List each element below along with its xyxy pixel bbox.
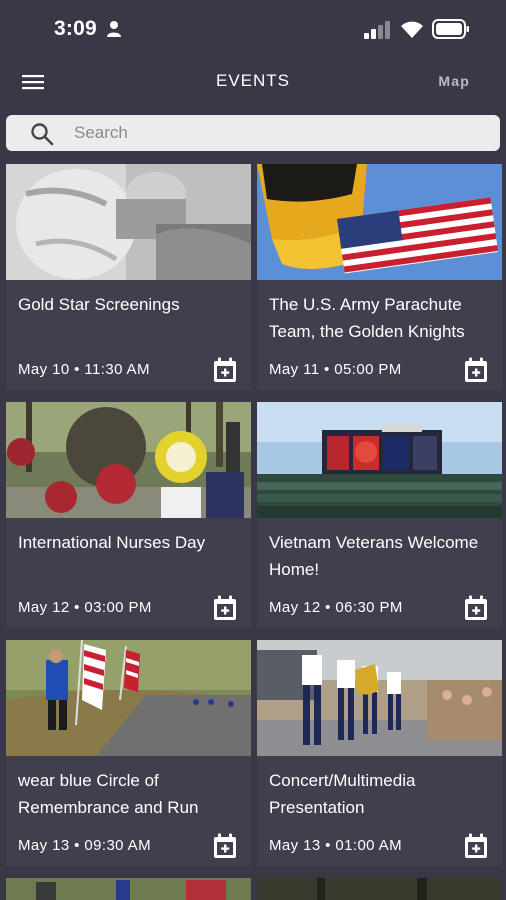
event-date: May 10 (18, 361, 70, 378)
event-title: Concert/Multimedia Presentation (269, 771, 416, 817)
event-image (6, 402, 251, 518)
event-image (257, 878, 502, 900)
search-icon (31, 123, 54, 146)
event-datetime: May 10 • 11:30 AM (18, 361, 150, 378)
event-title: The U.S. Army Parachute Team, the Golden… (269, 295, 465, 341)
battery-icon (432, 19, 469, 39)
event-card[interactable]: Vietnam Veterans Welcome Home! May 12 • … (257, 402, 502, 628)
event-image (257, 164, 502, 280)
event-image (6, 164, 251, 280)
add-to-calendar-icon[interactable] (464, 595, 488, 621)
event-time: 05:00 PM (334, 361, 402, 378)
event-time: 09:30 AM (84, 837, 151, 854)
event-time: 06:30 PM (335, 599, 403, 616)
event-title: International Nurses Day (18, 533, 206, 552)
event-date: May 13 (269, 837, 321, 854)
add-to-calendar-icon[interactable] (213, 357, 237, 383)
event-image (6, 878, 251, 900)
event-image (257, 640, 502, 756)
event-image (257, 402, 502, 518)
person-icon (107, 21, 121, 37)
event-card[interactable]: International Nurses Day May 12 • 03:00 … (6, 402, 251, 628)
add-to-calendar-icon[interactable] (464, 833, 488, 859)
event-datetime: May 13 • 09:30 AM (18, 837, 151, 854)
event-time: 11:30 AM (84, 361, 150, 378)
event-card[interactable] (6, 878, 251, 900)
search-input[interactable] (74, 115, 484, 151)
event-card[interactable]: wear blue Circle of Remembrance and Run … (6, 640, 251, 866)
event-date: May 11 (269, 361, 320, 378)
event-card[interactable]: Gold Star Screenings May 10 • 11:30 AM (6, 164, 251, 390)
search-bar[interactable] (6, 115, 500, 151)
nav-bar: EVENTS Map (0, 58, 506, 108)
event-datetime: May 12 • 06:30 PM (269, 599, 403, 616)
event-time: 01:00 AM (335, 837, 402, 854)
event-card[interactable] (257, 878, 502, 900)
event-card[interactable]: Concert/Multimedia Presentation May 13 •… (257, 640, 502, 866)
map-button[interactable]: Map (438, 73, 470, 89)
event-date: May 13 (18, 837, 70, 854)
event-datetime: May 11 • 05:00 PM (269, 361, 402, 378)
event-image (6, 640, 251, 756)
event-title: Gold Star Screenings (18, 295, 180, 314)
event-datetime: May 12 • 03:00 PM (18, 599, 152, 616)
signal-icon (364, 21, 390, 39)
status-bar: 3:09 (0, 0, 506, 58)
status-time: 3:09 (54, 17, 97, 40)
event-card[interactable]: The U.S. Army Parachute Team, the Golden… (257, 164, 502, 390)
event-date: May 12 (269, 599, 321, 616)
event-title: Vietnam Veterans Welcome Home! (269, 533, 479, 579)
page-title: EVENTS (215, 71, 291, 90)
wifi-icon (401, 21, 423, 38)
event-title: wear blue Circle of Remembrance and Run (18, 771, 199, 817)
event-time: 03:00 PM (84, 599, 152, 616)
add-to-calendar-icon[interactable] (213, 595, 237, 621)
event-date: May 12 (18, 599, 70, 616)
add-to-calendar-icon[interactable] (464, 357, 488, 383)
event-datetime: May 13 • 01:00 AM (269, 837, 402, 854)
add-to-calendar-icon[interactable] (213, 833, 237, 859)
